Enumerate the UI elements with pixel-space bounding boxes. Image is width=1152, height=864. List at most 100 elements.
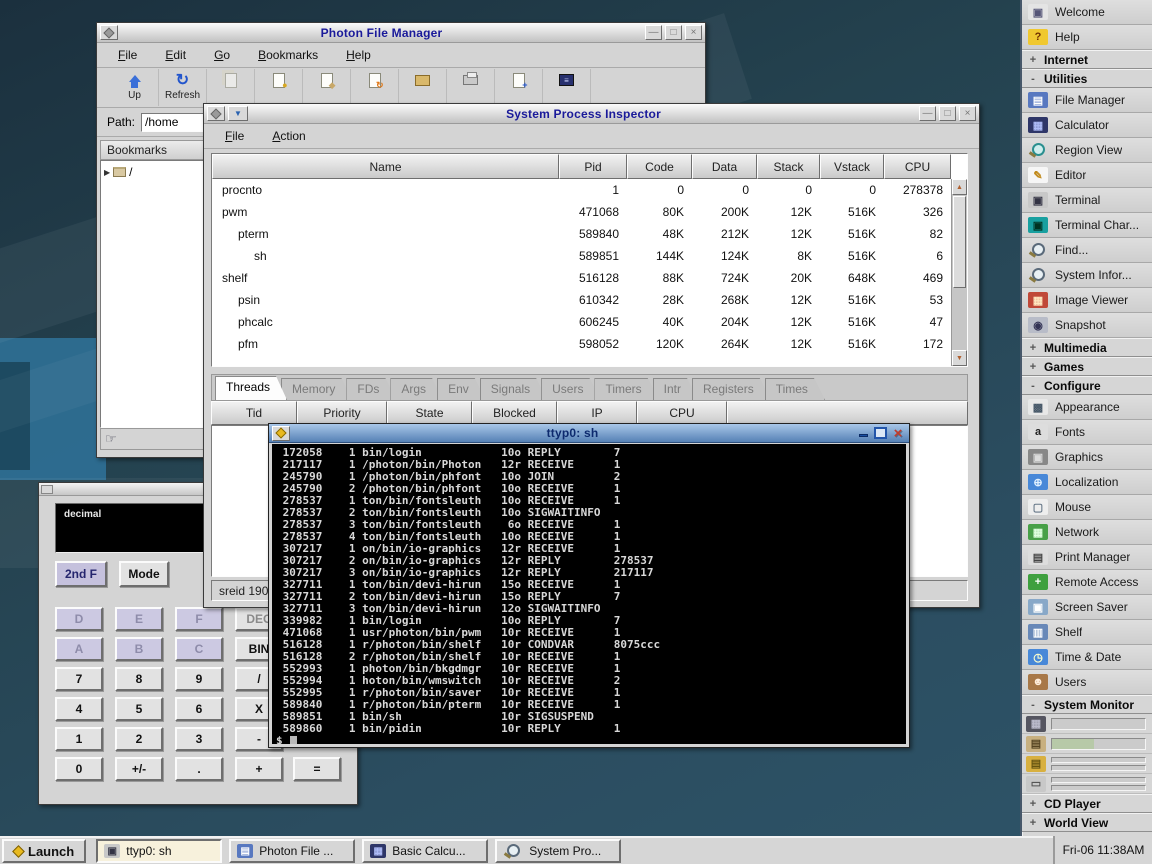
toolbar-button-folder-new[interactable] (399, 69, 447, 106)
shelf-item-appearance[interactable]: ▩Appearance (1022, 395, 1152, 420)
bookmarks-tree[interactable]: ▶ / (100, 160, 214, 428)
tab-users[interactable]: Users (541, 378, 600, 400)
tab-timers[interactable]: Timers (594, 378, 658, 400)
process-row-phcalc[interactable]: phcalc60624540K204K12K516K47 (212, 311, 951, 333)
menu-action[interactable]: Action (259, 126, 318, 146)
maximize-button[interactable]: □ (665, 25, 682, 40)
calc-button-9[interactable]: 9 (175, 667, 223, 691)
toolbar-button-up[interactable]: Up (111, 69, 159, 106)
shelf-group-multimedia[interactable]: +Multimedia (1022, 338, 1152, 357)
shelf-item-remote-access[interactable]: +Remote Access (1022, 570, 1152, 595)
process-row-pterm[interactable]: pterm58984048K212K12K516K82 (212, 223, 951, 245)
calc-button-[interactable]: = (293, 757, 341, 781)
tab-args[interactable]: Args (390, 378, 443, 400)
shelf-group-world-view[interactable]: +World View (1022, 813, 1152, 832)
column-header-code[interactable]: Code (627, 154, 692, 179)
task-button-basic-calcu[interactable]: ▦Basic Calcu... (362, 839, 488, 863)
window-menu-button[interactable] (272, 426, 290, 441)
process-row-sh[interactable]: sh589851144K124K8K516K6 (212, 245, 951, 267)
collapse-button[interactable]: ▼ (228, 106, 248, 121)
shelf-item-fonts[interactable]: aFonts (1022, 420, 1152, 445)
calc-button-0[interactable]: 0 (55, 757, 103, 781)
tab-threads[interactable]: Threads (215, 376, 287, 400)
process-row-psin[interactable]: psin61034228K268K12K516K53 (212, 289, 951, 311)
shelf-item-region-view[interactable]: Region View (1022, 138, 1152, 163)
toolbar-button-copy[interactable] (207, 69, 255, 106)
bookmark-root-item[interactable]: ▶ / (104, 165, 210, 179)
expand-arrow-icon[interactable]: ▶ (104, 168, 110, 177)
shelf-item-file-manager[interactable]: ▤File Manager (1022, 88, 1152, 113)
calc-button-7[interactable]: 7 (55, 667, 103, 691)
process-row-pfm[interactable]: pfm598052120K264K12K516K172 (212, 333, 951, 355)
menu-file[interactable]: File (212, 126, 257, 146)
calc-button-8[interactable]: 8 (115, 667, 163, 691)
window-menu-button[interactable] (100, 25, 118, 40)
calc-button-mode[interactable]: Mode (119, 561, 169, 587)
window-menu-button[interactable] (41, 485, 53, 494)
shelf-item-snapshot[interactable]: ◉Snapshot (1022, 313, 1152, 338)
calc-button-d[interactable]: D (55, 607, 103, 631)
process-inspector-titlebar[interactable]: ▼ System Process Inspector — □ × (204, 104, 979, 124)
shelf-group-utilities[interactable]: -Utilities (1022, 69, 1152, 88)
calc-button-f[interactable]: F (175, 607, 223, 631)
shelf-item-image-viewer[interactable]: ▦Image Viewer (1022, 288, 1152, 313)
maximize-button[interactable] (874, 427, 887, 439)
launch-button[interactable]: Launch (2, 839, 86, 863)
maximize-button[interactable]: □ (939, 106, 956, 121)
shelf-item-localization[interactable]: ⊕Localization (1022, 470, 1152, 495)
close-button[interactable]: × (685, 25, 702, 40)
column-header-name[interactable]: Name (212, 154, 559, 179)
process-row-procnto[interactable]: procnto10000278378 (212, 179, 951, 201)
shelf-item-time-date[interactable]: ◷Time & Date (1022, 645, 1152, 670)
shelf-item-welcome[interactable]: ▣Welcome (1022, 0, 1152, 25)
shelf-item-users[interactable]: ☻Users (1022, 670, 1152, 695)
toolbar-button-book[interactable]: ≡ (543, 69, 591, 106)
shelf-group-configure[interactable]: -Configure (1022, 376, 1152, 395)
calc-button-[interactable]: + (235, 757, 283, 781)
menu-bookmarks[interactable]: Bookmarks (245, 45, 331, 65)
calc-button-5[interactable]: 5 (115, 697, 163, 721)
shelf-group-games[interactable]: +Games (1022, 357, 1152, 376)
toolbar-button-doc-tag[interactable]: ◆ (303, 69, 351, 106)
scroll-down-icon[interactable]: ▼ (952, 350, 967, 366)
tab-times[interactable]: Times (765, 378, 825, 400)
shelf-item-print-manager[interactable]: ▤Print Manager (1022, 545, 1152, 570)
process-table-scrollbar[interactable]: ▲ ▼ (951, 179, 967, 366)
tab-memory[interactable]: Memory (281, 378, 352, 400)
scrollbar-thumb[interactable] (953, 196, 966, 288)
thread-column-header-state[interactable]: State (387, 401, 472, 425)
scroll-up-icon[interactable]: ▲ (952, 179, 967, 195)
thread-column-header-tid[interactable]: Tid (211, 401, 297, 425)
toolbar-button-printer[interactable] (447, 69, 495, 106)
menu-file[interactable]: File (105, 45, 150, 65)
column-header-vstack[interactable]: Vstack (820, 154, 884, 179)
calc-button-[interactable]: +/- (115, 757, 163, 781)
shelf-item-find[interactable]: Find... (1022, 238, 1152, 263)
calc-button-c[interactable]: C (175, 637, 223, 661)
close-button[interactable]: × (890, 425, 906, 442)
calc-button-3[interactable]: 3 (175, 727, 223, 751)
shelf-item-screen-saver[interactable]: ▣Screen Saver (1022, 595, 1152, 620)
terminal-titlebar[interactable]: ttyp0: sh × (269, 424, 909, 443)
tab-fds[interactable]: FDs (346, 378, 396, 400)
calc-button-e[interactable]: E (115, 607, 163, 631)
thread-column-header-blocked[interactable]: Blocked (472, 401, 557, 425)
shelf-group-system-monitor[interactable]: -System Monitor (1022, 695, 1152, 714)
shelf-item-terminal[interactable]: ▣Terminal (1022, 188, 1152, 213)
column-header-cpu[interactable]: CPU (884, 154, 951, 179)
calc-button-b[interactable]: B (115, 637, 163, 661)
toolbar-button-doc-sync[interactable]: ↻ (351, 69, 399, 106)
tab-intr[interactable]: Intr (653, 378, 698, 400)
process-row-pwm[interactable]: pwm47106880K200K12K516K326 (212, 201, 951, 223)
thread-column-header-cpu[interactable]: CPU (637, 401, 727, 425)
thread-column-header-priority[interactable]: Priority (297, 401, 387, 425)
column-header-pid[interactable]: Pid (559, 154, 627, 179)
calc-button-4[interactable]: 4 (55, 697, 103, 721)
tab-signals[interactable]: Signals (480, 378, 547, 400)
close-button[interactable]: × (959, 106, 976, 121)
shelf-item-editor[interactable]: ✎Editor (1022, 163, 1152, 188)
minimize-button[interactable] (855, 427, 871, 440)
shelf-group-cd-player[interactable]: +CD Player (1022, 794, 1152, 813)
minimize-button[interactable]: — (645, 25, 662, 40)
calc-button-1[interactable]: 1 (55, 727, 103, 751)
